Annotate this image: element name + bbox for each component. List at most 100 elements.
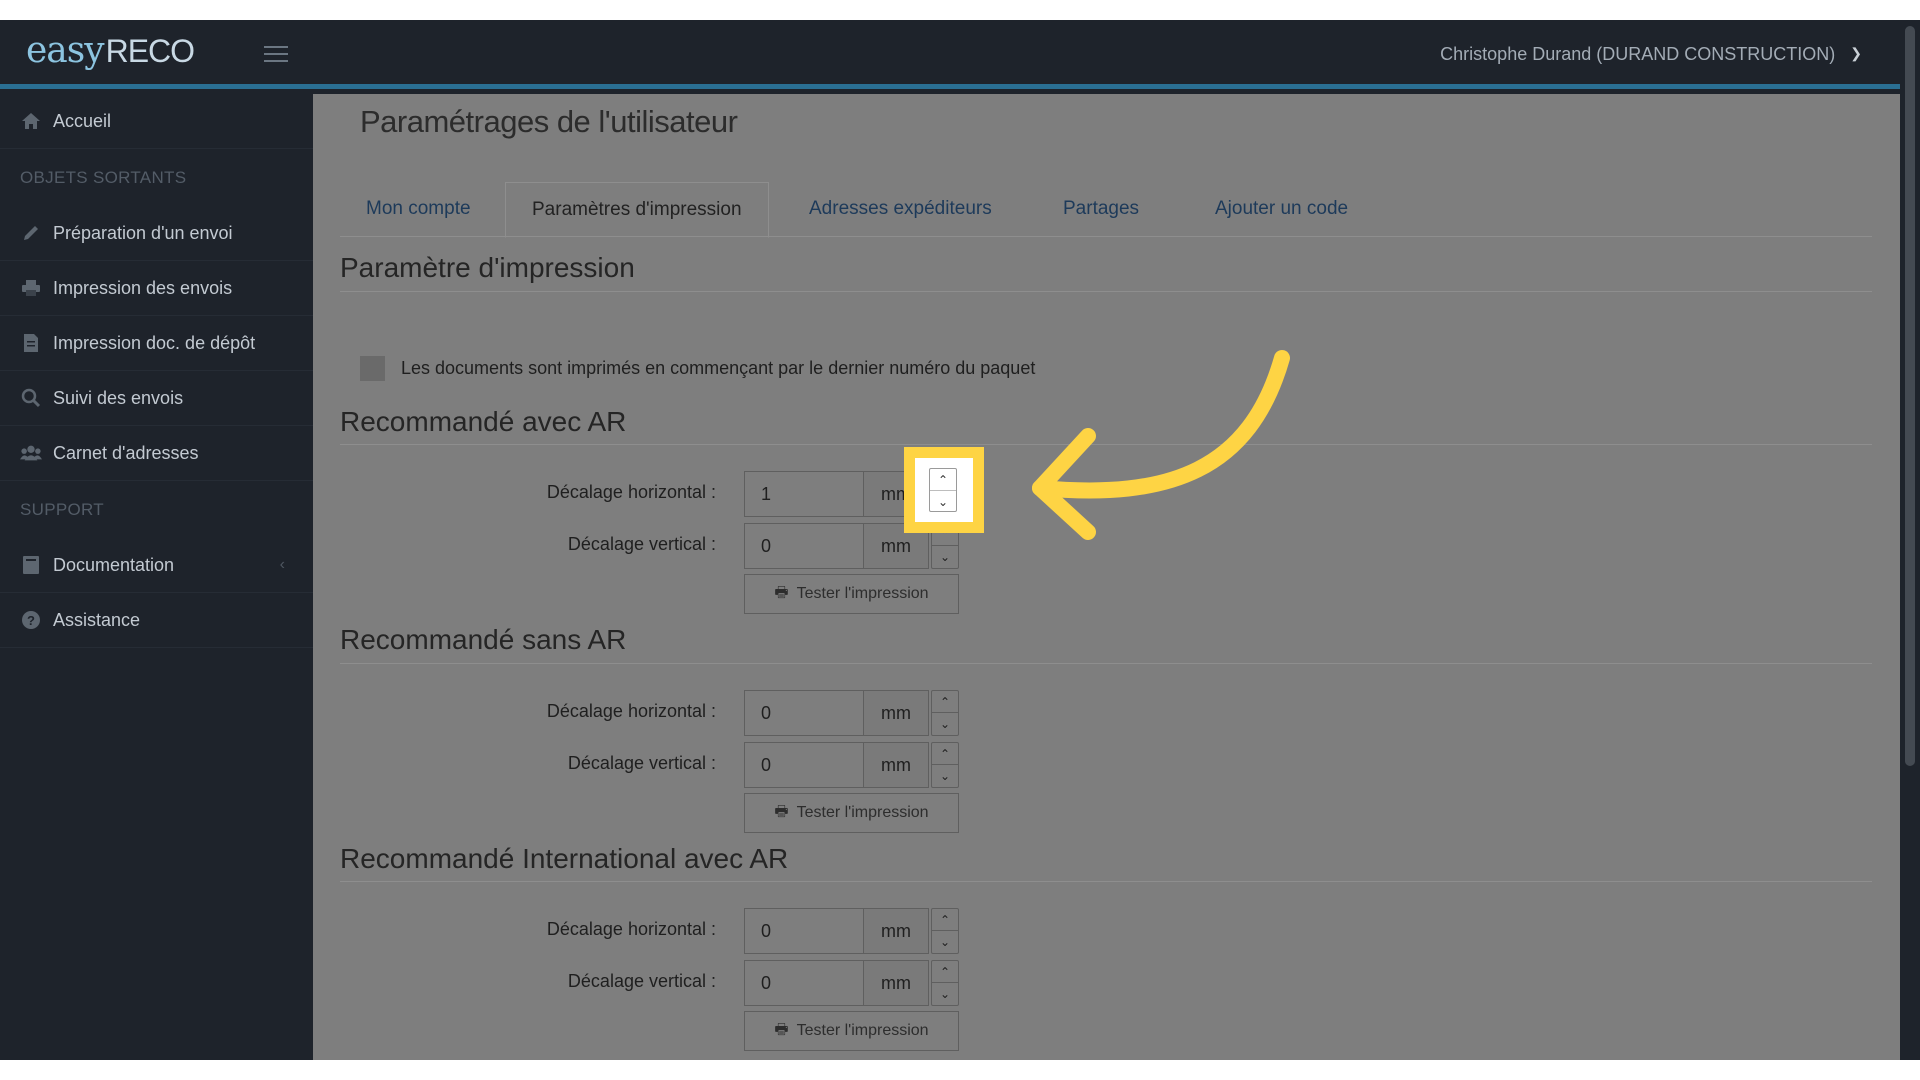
decrement-button[interactable]: ⌄ xyxy=(932,546,958,568)
sidebar-item-suivi[interactable]: Suivi des envois xyxy=(0,371,313,426)
unit-addon: mm xyxy=(863,742,929,788)
page-scrollbar[interactable] xyxy=(1900,20,1920,1060)
main-content: Paramétrages de l'utilisateur Mon compte… xyxy=(313,94,1900,1060)
section-title: Recommandé avec AR xyxy=(340,406,627,437)
sidebar-item-impression-depot[interactable]: Impression doc. de dépôt xyxy=(0,316,313,371)
printer-icon: 🖶 xyxy=(774,583,789,601)
horizontal-offset-label: Décalage horizontal : xyxy=(546,701,716,721)
sidebar-item-label: Assistance xyxy=(53,609,141,630)
horizontal-offset-label: Décalage horizontal : xyxy=(546,919,716,939)
menu-toggle-icon[interactable] xyxy=(264,46,288,64)
decrement-button[interactable]: ⌄ xyxy=(932,983,958,1005)
user-menu-label: Christophe Durand (DURAND CONSTRUCTION) xyxy=(1440,44,1836,64)
decrement-button[interactable]: ⌄ xyxy=(932,713,958,735)
tab-mon-compte[interactable]: Mon compte xyxy=(340,182,497,238)
printer-icon xyxy=(20,277,42,299)
horizontal-offset-group: 0 mm ⌃ ⌄ xyxy=(744,690,959,736)
sidebar: Accueil OBJETS SORTANTS Préparation d'un… xyxy=(0,94,313,1060)
page-title: Paramétrages de l'utilisateur xyxy=(360,104,738,139)
decrement-button[interactable]: ⌄ xyxy=(932,765,958,787)
sidebar-item-preparation[interactable]: Préparation d'un envoi xyxy=(0,206,313,261)
horizontal-offset-label: Décalage horizontal : xyxy=(546,482,716,502)
tab-ajouter-code[interactable]: Ajouter un code xyxy=(1189,182,1374,238)
unit-addon: mm xyxy=(863,690,929,736)
sidebar-item-label: Impression des envois xyxy=(53,277,233,298)
document-icon xyxy=(20,332,42,354)
sidebar-item-documentation[interactable]: Documentation ‹ xyxy=(0,538,313,593)
sidebar-item-carnet[interactable]: Carnet d'adresses xyxy=(0,426,313,481)
decrement-button[interactable]: ⌄ xyxy=(932,931,958,953)
vertical-offset-group: 0 mm ⌃ ⌄ xyxy=(744,742,959,788)
print-settings-heading: Paramètre d'impression xyxy=(340,252,635,283)
number-spinner: ⌃ ⌄ xyxy=(931,690,959,736)
test-print-button[interactable]: 🖶 Tester l'impression xyxy=(744,574,959,614)
sidebar-item-accueil[interactable]: Accueil xyxy=(0,94,313,149)
reverse-order-option: Les documents sont imprimés en commençan… xyxy=(360,356,1035,381)
test-print-button[interactable]: 🖶 Tester l'impression xyxy=(744,793,959,833)
number-spinner-highlighted: ⌃ ⌄ xyxy=(929,468,957,512)
vertical-offset-input[interactable]: 0 xyxy=(744,960,864,1006)
tab-adresses-expediteurs[interactable]: Adresses expéditeurs xyxy=(783,182,1018,238)
increment-button[interactable]: ⌃ xyxy=(932,909,958,931)
chevron-down-icon: ❯ xyxy=(1850,45,1862,61)
scrollbar-thumb[interactable] xyxy=(1905,26,1915,766)
sidebar-item-assistance[interactable]: ? Assistance xyxy=(0,593,313,648)
sidebar-item-label: Impression doc. de dépôt xyxy=(53,332,256,353)
reverse-order-checkbox[interactable] xyxy=(360,356,385,381)
section-title: Recommandé sans AR xyxy=(340,624,627,655)
section-divider xyxy=(340,291,1872,292)
pencil-icon xyxy=(20,222,42,244)
increment-button[interactable]: ⌃ xyxy=(932,691,958,713)
vertical-offset-group: 0 mm ⌃ ⌄ xyxy=(744,960,959,1006)
sidebar-item-label: Accueil xyxy=(53,110,112,131)
reverse-order-label: Les documents sont imprimés en commençan… xyxy=(401,358,1036,378)
users-icon xyxy=(20,442,42,464)
printer-icon: 🖶 xyxy=(774,802,789,820)
spinner-highlight: ⌃ ⌄ xyxy=(904,447,984,533)
increment-button[interactable]: ⌃ xyxy=(930,469,956,491)
sidebar-item-label: Documentation xyxy=(53,554,175,575)
horizontal-offset-input[interactable]: 1 xyxy=(744,471,864,517)
search-icon xyxy=(20,387,42,409)
logo-reco-text: RECO xyxy=(105,33,195,69)
vertical-offset-label: Décalage vertical : xyxy=(567,534,716,554)
tab-parametres-impression[interactable]: Paramètres d'impression xyxy=(505,182,769,238)
section-title: Recommandé International avec AR xyxy=(340,843,789,874)
sidebar-heading-support: SUPPORT xyxy=(20,499,104,519)
vertical-offset-label: Décalage vertical : xyxy=(567,971,716,991)
app-logo[interactable]: easyRECO xyxy=(26,30,195,71)
sidebar-item-label: Préparation d'un envoi xyxy=(53,222,233,243)
section-divider xyxy=(340,444,1872,445)
sidebar-item-label: Suivi des envois xyxy=(53,387,184,408)
test-print-label: Tester l'impression xyxy=(796,804,929,821)
test-print-label: Tester l'impression xyxy=(796,585,929,602)
section-divider xyxy=(340,881,1872,882)
number-spinner: ⌃ ⌄ xyxy=(931,742,959,788)
tab-bar: Mon compte Paramètres d'impression Adres… xyxy=(340,182,1872,238)
unit-addon: mm xyxy=(863,960,929,1006)
test-print-button[interactable]: 🖶 Tester l'impression xyxy=(744,1011,959,1051)
increment-button[interactable]: ⌃ xyxy=(932,961,958,983)
home-icon xyxy=(20,110,42,132)
vertical-offset-input[interactable]: 0 xyxy=(744,523,864,569)
user-menu[interactable]: Christophe Durand (DURAND CONSTRUCTION) … xyxy=(1440,44,1862,65)
unit-addon: mm xyxy=(863,908,929,954)
decrement-button[interactable]: ⌄ xyxy=(930,491,956,513)
sidebar-item-impression-envois[interactable]: Impression des envois xyxy=(0,261,313,316)
vertical-offset-label: Décalage vertical : xyxy=(567,753,716,773)
book-icon xyxy=(20,554,42,576)
tab-partages[interactable]: Partages xyxy=(1037,182,1165,238)
logo-easy-text: easy xyxy=(26,30,105,71)
horizontal-offset-group: 0 mm ⌃ ⌄ xyxy=(744,908,959,954)
vertical-offset-input[interactable]: 0 xyxy=(744,742,864,788)
test-print-label: Tester l'impression xyxy=(796,1022,929,1039)
horizontal-offset-input[interactable]: 0 xyxy=(744,690,864,736)
increment-button[interactable]: ⌃ xyxy=(932,743,958,765)
number-spinner: ⌃ ⌄ xyxy=(931,960,959,1006)
svg-text:?: ? xyxy=(27,613,35,628)
question-icon: ? xyxy=(20,609,42,631)
section-divider xyxy=(340,663,1872,664)
horizontal-offset-input[interactable]: 0 xyxy=(744,908,864,954)
top-header: easyRECO Christophe Durand (DURAND CONST… xyxy=(0,20,1900,89)
printer-icon: 🖶 xyxy=(774,1020,789,1038)
